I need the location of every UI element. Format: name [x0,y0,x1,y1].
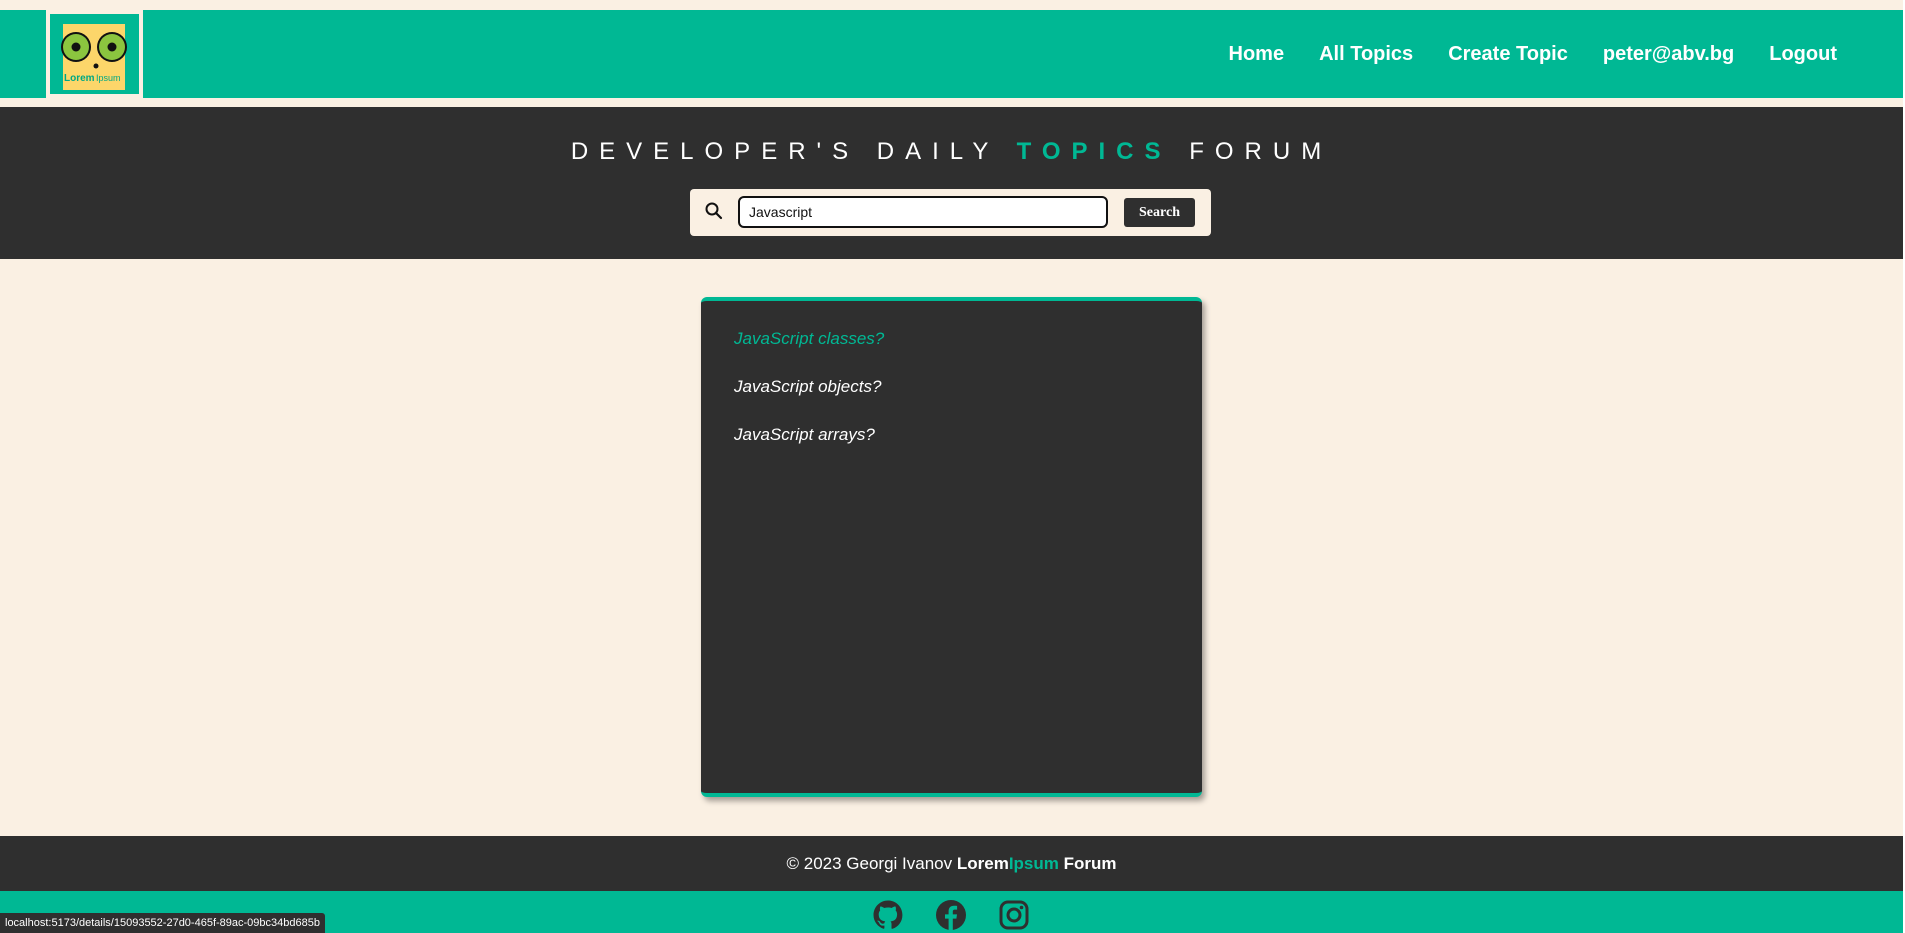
search-button[interactable]: Search [1124,198,1195,227]
nav-logout[interactable]: Logout [1769,43,1837,66]
github-icon[interactable] [872,899,904,931]
topic-list: JavaScript classes? JavaScript objects? … [734,329,884,473]
title-part2: FORUM [1189,138,1333,165]
footer: © 2023 Georgi Ivanov LoremIpsum Forum [0,836,1903,891]
topic-item-objects[interactable]: JavaScript objects? [734,377,884,425]
topic-item-arrays[interactable]: JavaScript arrays? [734,425,884,473]
navbar: Lorem Ipsum Home All Topics Create Topic… [0,10,1903,98]
topics-card: JavaScript classes? JavaScript objects? … [701,297,1202,797]
logo[interactable]: Lorem Ipsum [46,10,143,98]
title-part1: DEVELOPER'S DAILY [570,138,999,165]
logo-text-main: Lorem [64,73,95,84]
title-accent: TOPICS [1016,138,1172,165]
nav-all-topics[interactable]: All Topics [1319,43,1413,66]
nav-create-topic[interactable]: Create Topic [1448,43,1568,66]
top-strip [0,0,1905,10]
logo-text-accent: Ipsum [96,73,121,83]
footer-brand-suffix: Forum [1063,854,1117,873]
facebook-icon[interactable] [935,899,967,931]
nav-home[interactable]: Home [1229,43,1285,66]
footer-brand-main: Lorem [956,854,1009,873]
footer-copyright: © 2023 Georgi Ivanov [786,854,953,873]
status-bar-url: localhost:5173/details/15093552-27d0-465… [0,913,325,933]
page-title: DEVELOPER'S DAILY TOPICS FORUM [0,138,1903,166]
nav-user-email[interactable]: peter@abv.bg [1603,43,1734,66]
logo-image: Lorem Ipsum [50,14,139,94]
search-icon [705,202,723,220]
instagram-icon[interactable] [998,899,1030,931]
topic-item-classes[interactable]: JavaScript classes? [734,329,884,377]
search-input[interactable] [738,196,1108,228]
hero-banner: DEVELOPER'S DAILY TOPICS FORUM Search [0,107,1903,259]
search-bar: Search [690,189,1211,236]
footer-brand-accent: Ipsum [1008,854,1059,873]
main-nav: Home All Topics Create Topic peter@abv.b… [1194,10,1837,98]
